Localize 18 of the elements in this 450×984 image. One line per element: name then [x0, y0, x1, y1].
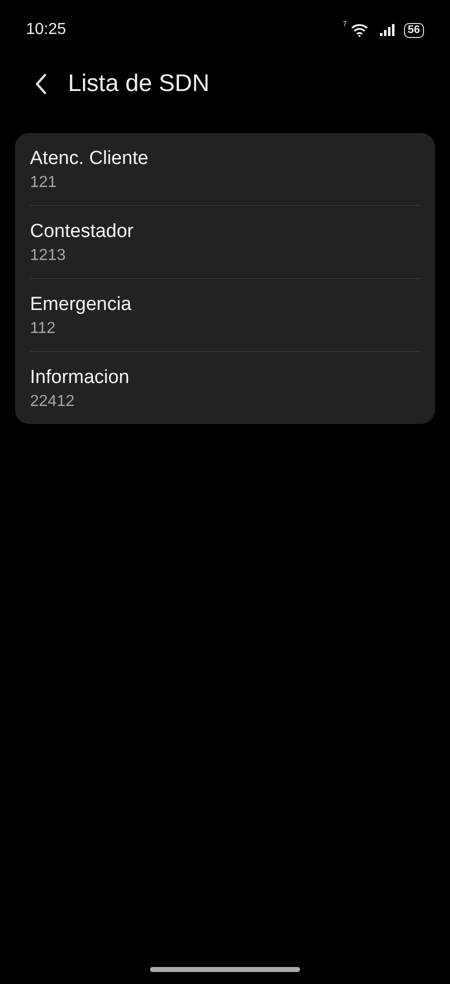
entry-name: Atenc. Cliente: [30, 147, 150, 171]
entry-number: 121: [30, 173, 58, 193]
entry-name: Informacion: [30, 366, 130, 390]
page-title: Lista de SDN: [68, 69, 210, 99]
list-item[interactable]: Emergencia 112: [30, 279, 420, 352]
list-item[interactable]: Informacion 22412: [30, 352, 420, 424]
back-button[interactable]: [34, 73, 48, 95]
signal-icon: [380, 24, 396, 36]
entry-number: 22412: [30, 392, 76, 412]
battery-level: 56: [404, 22, 424, 38]
entry-number: 1213: [30, 246, 67, 266]
list-item[interactable]: Atenc. Cliente 121: [30, 133, 420, 206]
list-item[interactable]: Contestador 1213: [30, 206, 420, 279]
entry-name: Emergencia: [30, 293, 132, 317]
status-time: 10:25: [26, 20, 66, 40]
entry-number: 112: [30, 319, 57, 339]
entry-name: Contestador: [30, 220, 135, 244]
wifi-icon: [350, 23, 368, 37]
